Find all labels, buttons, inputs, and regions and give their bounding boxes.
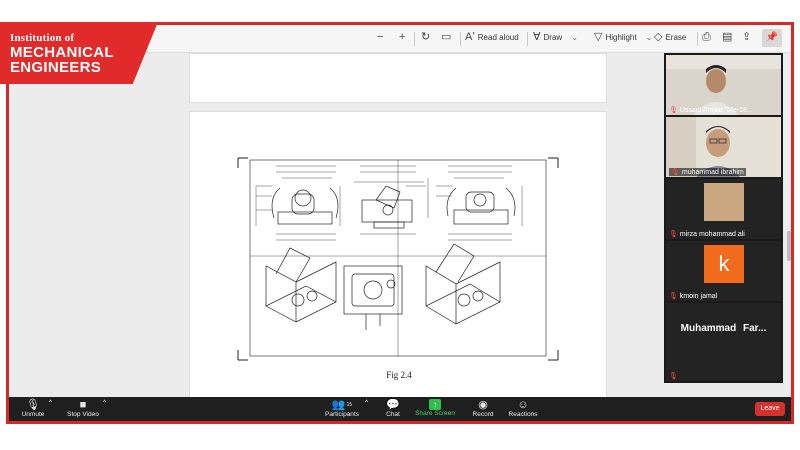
highlight-label: Highlight — [605, 32, 637, 42]
imeche-logo: Institution of MECHANICAL ENGINEERS — [0, 22, 158, 84]
toolbar-divider — [527, 32, 528, 46]
zoom-out-button[interactable]: − — [377, 31, 383, 43]
mic-muted-icon: 🎙 — [669, 293, 678, 300]
pdf-page-current: Fig 2.4 — [189, 111, 607, 421]
reactions-label: Reactions — [508, 411, 538, 418]
avatar — [704, 183, 744, 221]
rotate-icon: ↻ — [421, 31, 431, 43]
meeting-controls-bar: 🎙 Unmute ^ ■ Stop Video ^ 👥15 Participan… — [9, 397, 791, 421]
mic-muted-icon: 🎙 — [669, 107, 678, 114]
save-icon: ▤ — [722, 31, 733, 43]
video-camera-icon: ■ — [79, 399, 87, 411]
participant-name: 🎙 muhammad ibrahim — [669, 168, 746, 176]
participant-display-name: Muhammad Far... — [680, 323, 767, 334]
participant-tile[interactable]: k 🎙 kmoin jamal — [666, 241, 781, 301]
logo-line-3: ENGINEERS — [10, 59, 102, 76]
draw-icon: ∀ — [533, 31, 541, 43]
read-aloud-button[interactable]: Aʼ Read aloud — [465, 31, 519, 43]
participant-mute-status: 🎙 — [669, 372, 678, 380]
record-button[interactable]: ◉ Record — [469, 399, 497, 418]
unmute-label: Unmute — [21, 411, 45, 418]
record-label: Record — [472, 411, 494, 418]
chevron-down-icon: ⌄ — [571, 32, 578, 42]
chevron-down-icon: ⌄ — [645, 32, 653, 42]
erase-button[interactable]: ◇ Erase — [654, 31, 686, 43]
participant-name: 🎙 mirza mohammad ali — [669, 230, 745, 239]
toolbar-divider — [697, 32, 698, 46]
eraser-icon: ◇ — [654, 31, 663, 43]
highlight-icon: ▽ — [594, 31, 603, 43]
toolbar-divider — [460, 32, 461, 46]
share-screen-button[interactable]: ↑ Share Screen — [415, 399, 455, 417]
mic-muted-icon: 🎙 — [26, 399, 40, 411]
pin-icon: 📌 — [765, 32, 779, 43]
draw-button[interactable]: ∀ Draw ⌄ — [533, 31, 578, 43]
participants-icon: 👥15 — [331, 399, 353, 411]
record-icon: ◉ — [478, 399, 488, 411]
mic-muted-icon: 🎙 — [669, 231, 678, 238]
fit-page-button[interactable]: ▭ — [441, 31, 451, 43]
read-aloud-icon: Aʼ — [465, 31, 475, 43]
stop-video-button[interactable]: ■ Stop Video — [63, 399, 103, 418]
mic-muted-icon: 🎙 — [671, 169, 680, 176]
fit-page-icon: ▭ — [441, 31, 452, 43]
draw-label: Draw — [543, 32, 563, 42]
logo-line-1: Institution of — [10, 32, 75, 44]
chevron-up-icon[interactable]: ^ — [365, 399, 368, 406]
participant-tile[interactable]: 🎙 muhammad ibrahim — [666, 117, 781, 177]
participants-label: Participants — [325, 411, 359, 418]
share-screen-label: Share Screen — [415, 410, 455, 417]
participant-count: 15 — [346, 402, 353, 408]
stop-video-label: Stop Video — [67, 411, 99, 418]
minus-icon: − — [377, 31, 384, 43]
engineering-drawing — [237, 157, 559, 361]
pdf-page-previous — [189, 53, 607, 103]
chat-icon: 💬 — [386, 399, 400, 411]
share-screen-icon: ↑ — [429, 399, 441, 410]
leave-button[interactable]: Leave — [755, 402, 785, 416]
chat-label: Chat — [386, 411, 400, 418]
unmute-button[interactable]: 🎙 Unmute — [19, 399, 47, 418]
figure-caption: Fig 2.4 — [386, 370, 412, 380]
mic-muted-icon: 🎙 — [669, 373, 678, 380]
participant-name: 🎙 Ussaid Amjad "Me-18... — [669, 106, 753, 115]
rotate-button[interactable]: ↻ — [421, 31, 430, 43]
plus-icon: + — [399, 31, 406, 43]
avatar: k — [704, 245, 744, 283]
reactions-button[interactable]: ☺ Reactions — [505, 399, 541, 418]
chevron-up-icon[interactable]: ^ — [103, 399, 106, 406]
save-button[interactable]: ▤ — [722, 31, 732, 43]
share-icon: ⇪ — [742, 31, 752, 43]
reactions-icon: ☺ — [517, 399, 529, 411]
pin-toolbar-button[interactable]: 📌 — [762, 29, 782, 47]
participant-name: 🎙 kmoin jamal — [669, 292, 718, 301]
participant-tile[interactable]: 🎙 mirza mohammad ali — [666, 179, 781, 239]
print-button[interactable]: ⎙ — [702, 31, 711, 43]
print-icon: ⎙ — [702, 31, 711, 43]
participants-button[interactable]: 👥15 Participants — [321, 399, 363, 418]
chat-button[interactable]: 💬 Chat — [381, 399, 405, 418]
read-aloud-label: Read aloud — [477, 32, 519, 42]
highlight-button[interactable]: ▽ Highlight ⌄ — [594, 31, 652, 43]
participant-tile[interactable]: Muhammad Far... 🎙 — [666, 303, 781, 381]
share-pdf-button[interactable]: ⇪ — [742, 31, 751, 43]
chevron-up-icon[interactable]: ^ — [49, 399, 52, 406]
gallery-scrollbar[interactable] — [787, 231, 791, 261]
erase-label: Erase — [665, 32, 687, 42]
zoom-in-button[interactable]: + — [399, 31, 405, 43]
participants-gallery: 🎙 Ussaid Amjad "Me-18... 🎙 muhammad ibrahi… — [664, 53, 783, 383]
toolbar-divider — [414, 32, 415, 46]
participant-tile[interactable]: 🎙 Ussaid Amjad "Me-18... — [666, 55, 781, 115]
